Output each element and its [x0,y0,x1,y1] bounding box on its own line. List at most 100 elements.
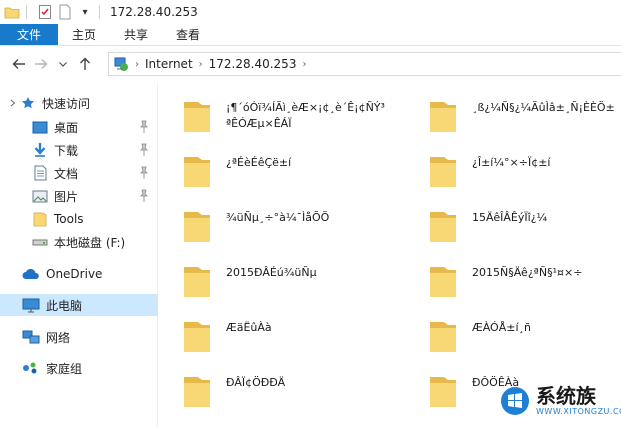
properties-icon[interactable] [37,4,53,20]
drive-icon [32,234,48,250]
breadcrumb-separator: › [198,58,203,70]
folder-name: 2015Ñ§Äê¿ªÑ§¹¤×÷ [472,266,583,279]
navigation-pane: 快速访问 桌面 下载 文档 图片 Tools 本地磁盘 (F:) OneDriv… [0,82,158,427]
customize-toolbar-icon[interactable]: ▾ [77,4,93,20]
forward-button[interactable] [30,53,52,75]
new-file-icon[interactable] [57,4,73,20]
folder-item[interactable]: ÐÂÏ¢ÖÐÐÄ [182,369,386,415]
sidebar-item-label: Tools [54,212,84,226]
tab-home[interactable]: 主页 [58,24,110,45]
watermark-name: 系统族 [536,384,596,408]
sidebar-item-pictures[interactable]: 图片 [0,185,158,207]
folder-name: 15ÄêÎÂÊýÏî¿¼ [472,211,548,224]
folder-name: ¿Î±í¼°×÷Ï¢±í [472,156,551,169]
sidebar-item-this-pc[interactable]: 此电脑 [0,294,158,316]
sidebar-item-label: 下载 [54,143,79,158]
sidebar-item-tools[interactable]: Tools [0,208,158,230]
folder-icon [182,318,212,354]
back-button[interactable] [8,53,30,75]
folder-icon [428,208,458,244]
folder-item[interactable]: ÆÀÓÅ±í¸ñ [428,314,621,360]
ribbon-tabs: 文件 主页 共享 查看 [0,24,621,46]
network-icon [22,329,40,345]
folder-name: ¿ªÉèÉêÇë±í [226,156,292,169]
folder-item[interactable]: ¾üÑµ¸÷°à¼¯ÌåÕÕ [182,204,386,250]
sidebar-item-label: 文档 [54,166,79,181]
address-bar[interactable]: › Internet › 172.28.40.253 › [108,52,621,76]
folder-icon [428,373,458,409]
picture-icon [32,188,48,204]
separator [26,5,27,19]
sidebar-item-network[interactable]: 网络 [0,326,158,348]
folder-icon [428,263,458,299]
sidebar-item-label: 本地磁盘 (F:) [54,235,126,250]
sidebar-item-label: OneDrive [46,267,103,281]
watermark: 系统族 WWW.XITONGZU.COM [496,374,621,427]
folder-icon [4,4,20,20]
sidebar-item-label: 快速访问 [42,96,91,111]
sidebar-item-label: 此电脑 [46,298,83,313]
homegroup-icon [22,360,40,376]
folder-icon [428,153,458,189]
folder-icon [182,98,212,134]
folder-item[interactable]: 2015ÐÂÉú¾üÑµ [182,259,386,305]
watermark-url: WWW.XITONGZU.COM [536,407,621,416]
network-icon [113,56,129,72]
window-title: 172.28.40.253 [110,5,198,19]
folder-name: ÐÂÏ¢ÖÐÐÄ [226,376,286,389]
folder-icon [182,153,212,189]
tab-file[interactable]: 文件 [0,24,58,45]
sidebar-item-label: 桌面 [54,120,79,135]
tab-view[interactable]: 查看 [162,24,214,45]
sidebar-item-label: 图片 [54,189,79,204]
folder-icon [32,211,48,227]
folder-name: ¾üÑµ¸÷°à¼¯ÌåÕÕ [226,211,330,224]
tab-share[interactable]: 共享 [110,24,162,45]
desktop-icon [32,119,48,135]
folder-item[interactable]: 2015Ñ§Äê¿ªÑ§¹¤×÷ [428,259,621,305]
sidebar-item-documents[interactable]: 文档 [0,162,158,184]
breadcrumb-separator: › [302,58,307,70]
breadcrumb-internet[interactable]: Internet [145,57,193,71]
folder-name: ÆäËûÀà [226,321,272,334]
computer-icon [22,297,40,313]
pin-icon [138,143,150,157]
folder-item[interactable]: ¸ß¿¼Ñ§¿¼ÃûÌâ±¸Ñ¡ÈÈÖ± [428,94,621,140]
windows-logo-icon [500,386,530,416]
up-button[interactable] [74,53,96,75]
sidebar-item-local-disk[interactable]: 本地磁盘 (F:) [0,231,158,253]
folder-icon [428,318,458,354]
folder-icon [182,373,212,409]
download-icon [32,142,48,158]
sidebar-item-onedrive[interactable]: OneDrive [0,263,158,285]
sidebar-item-label: 网络 [46,330,71,345]
chevron-down-icon [59,62,67,67]
folder-name: ¸ß¿¼Ñ§¿¼ÃûÌâ±¸Ñ¡ÈÈÖ± [472,101,615,114]
navigation-bar: › Internet › 172.28.40.253 › [0,46,621,82]
folder-item[interactable]: ¿Î±í¼°×÷Ï¢±í [428,149,621,195]
folder-item[interactable]: ÆäËûÀà [182,314,386,360]
sidebar-item-quick-access[interactable]: 快速访问 [0,92,158,114]
breadcrumb-host[interactable]: 172.28.40.253 [209,57,297,71]
recent-locations-button[interactable] [52,53,74,75]
arrow-up-icon [80,57,90,70]
folder-icon [182,263,212,299]
folder-icon [428,98,458,134]
folder-item[interactable]: 15ÄêÎÂÊýÏî¿¼ [428,204,621,250]
pin-icon [138,189,150,203]
folder-name: ÆÀÓÅ±í¸ñ [472,321,531,334]
sidebar-item-desktop[interactable]: 桌面 [0,116,158,138]
sidebar-item-downloads[interactable]: 下载 [0,139,158,161]
breadcrumb-separator: › [135,58,139,70]
star-icon [20,95,36,111]
folder-name: 2015ÐÂÉú¾üÑµ [226,266,317,279]
folder-item[interactable]: ¿ªÉèÉêÇë±í [182,149,386,195]
sidebar-item-label: 家庭组 [46,361,83,376]
folder-item[interactable]: ¡¶´óÓï¾ÍÃì¸èÆ×¡¢¸è´Ê¡¢ÑÝ³ªÊÓÆµ×ÊÁÏ [182,94,386,140]
cloud-icon [22,266,40,282]
chevron-right-icon[interactable] [8,95,18,111]
arrow-left-icon [12,59,25,69]
folder-name: ¡¶´óÓï¾ÍÃì¸èÆ×¡¢¸è´Ê¡¢ÑÝ³ªÊÓÆµ×ÊÁÏ [226,101,385,130]
arrow-right-icon [35,59,48,69]
sidebar-item-homegroup[interactable]: 家庭组 [0,357,158,379]
